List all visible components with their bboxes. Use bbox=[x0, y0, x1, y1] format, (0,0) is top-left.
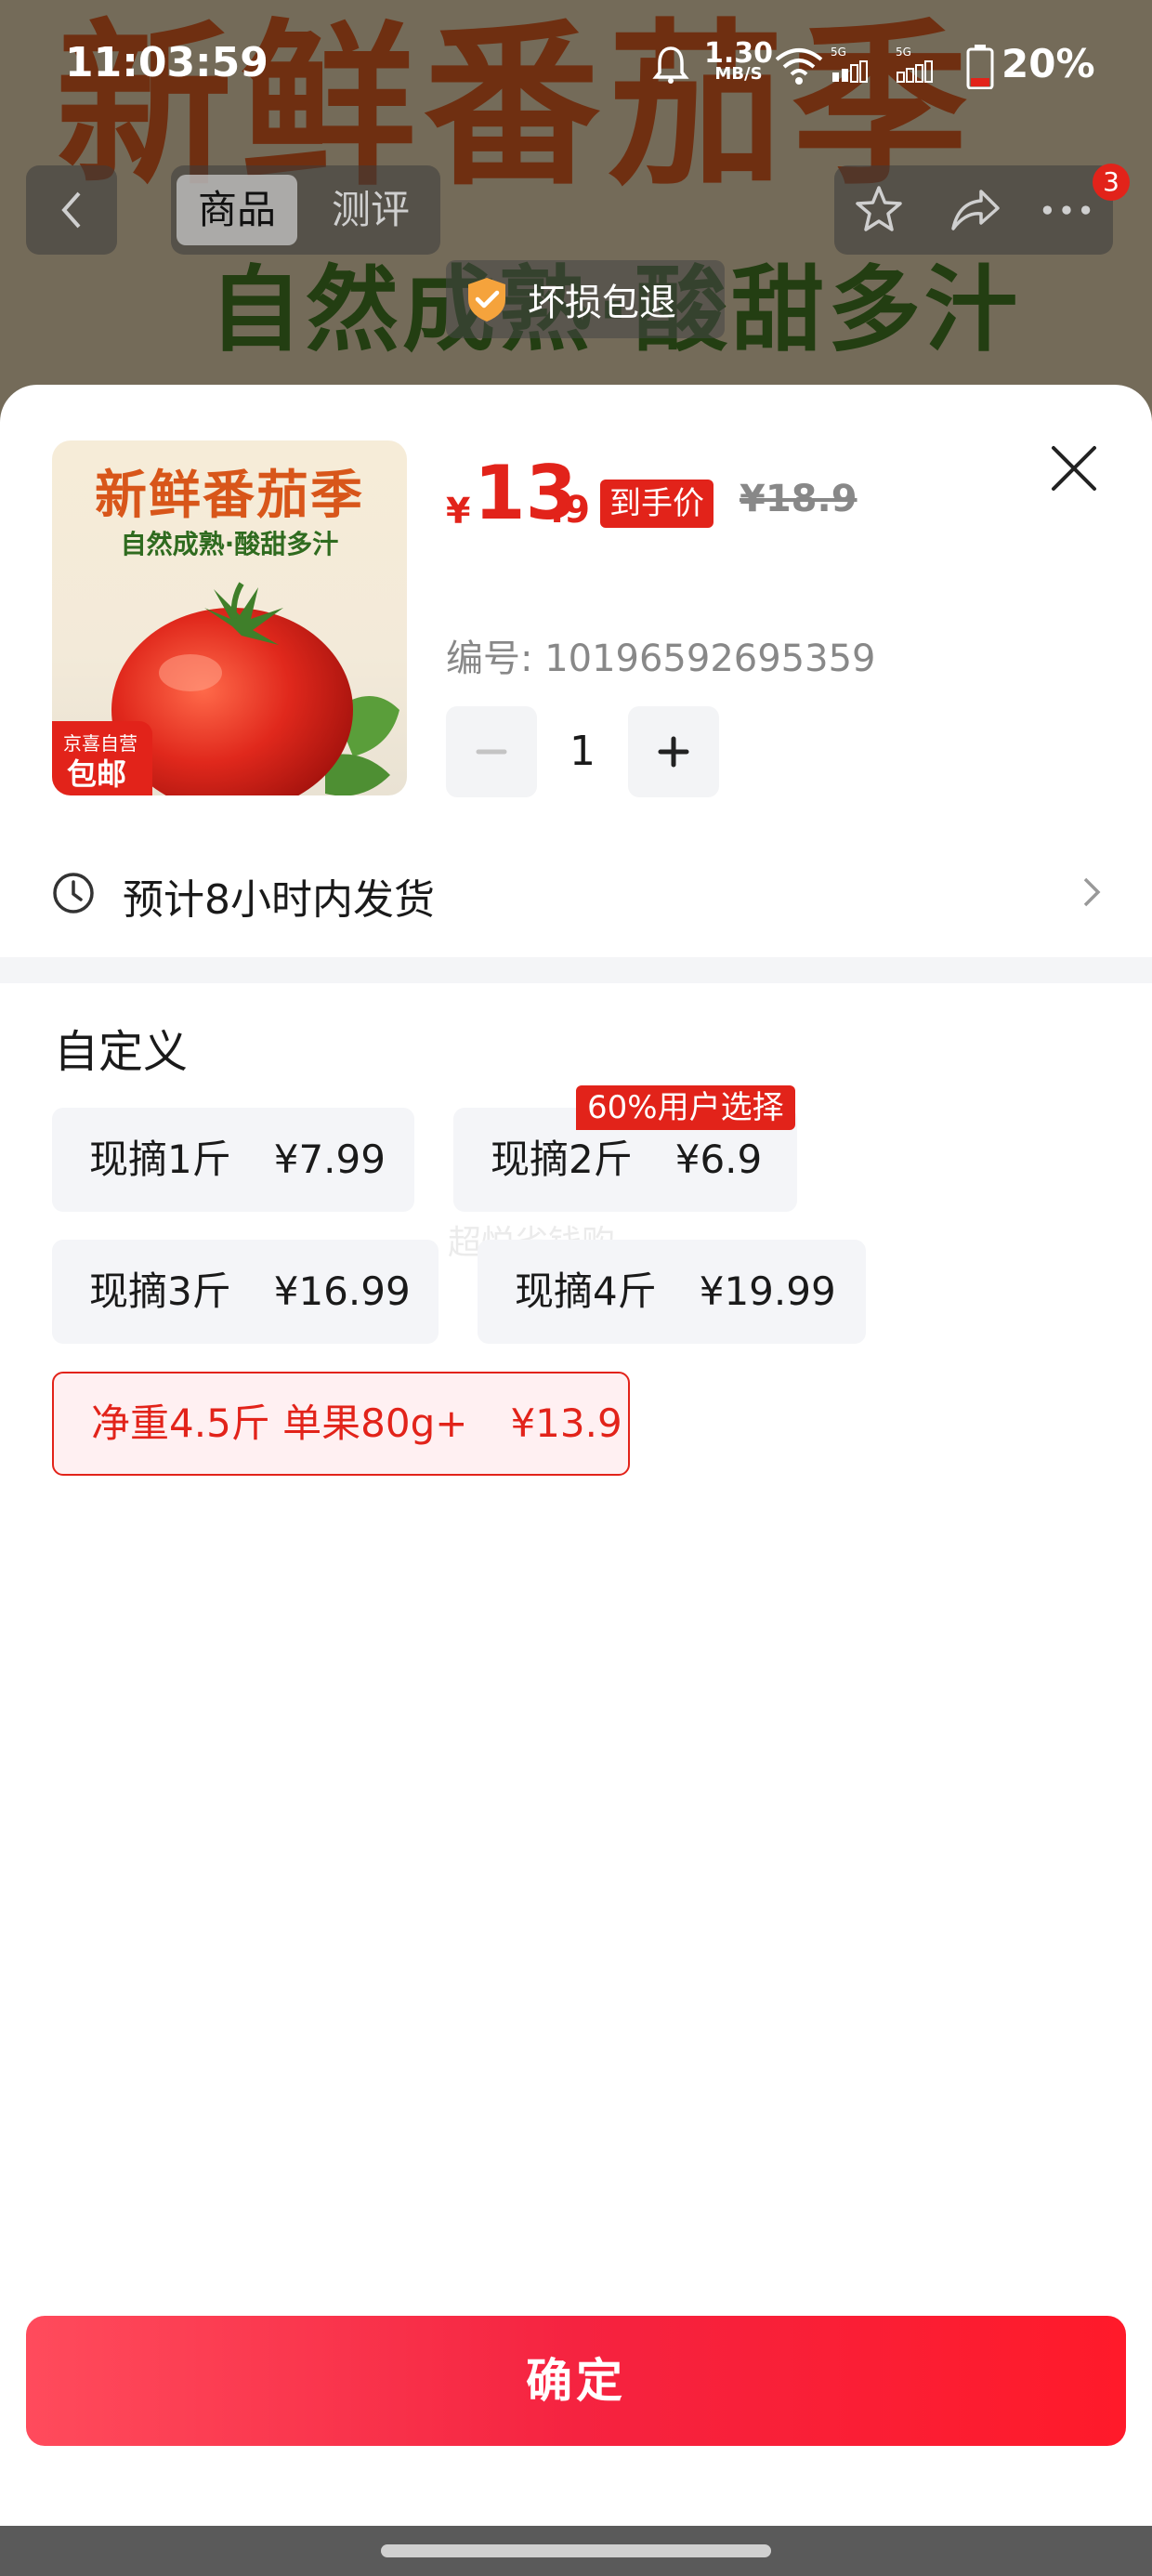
sku-selection-sheet: 新鲜番茄季 自然成熟·酸甜多汁 京喜自营 包邮 ¥ 13 .9 到手价 ¥18.… bbox=[0, 385, 1152, 2576]
battery-percentage: 20% bbox=[1001, 41, 1095, 86]
option-item[interactable]: 现摘3斤 ¥16.99 bbox=[52, 1240, 439, 1344]
tab-review[interactable]: 测评 bbox=[310, 175, 431, 245]
option-item[interactable]: 现摘1斤 ¥7.99 bbox=[52, 1108, 414, 1212]
wifi-icon bbox=[775, 48, 823, 85]
option-name: 现摘2斤 bbox=[491, 1137, 633, 1182]
alarm-icon bbox=[652, 46, 689, 84]
home-indicator[interactable] bbox=[381, 2544, 771, 2557]
top-actions bbox=[834, 165, 1113, 255]
thumbnail-subtitle: 自然成熟·酸甜多汁 bbox=[120, 529, 339, 559]
back-arrow-icon bbox=[61, 191, 81, 229]
chevron-right-icon bbox=[1083, 877, 1101, 907]
thumbnail-title: 新鲜番茄季 bbox=[95, 466, 364, 526]
shipping-tag: 京喜自营 包邮 bbox=[52, 721, 152, 795]
signal-5g-2-icon: 5G bbox=[896, 46, 933, 83]
svg-text:5G: 5G bbox=[831, 46, 846, 59]
more-icon[interactable] bbox=[1039, 182, 1094, 238]
clock-icon bbox=[53, 873, 94, 913]
delivery-row[interactable]: 预计8小时内发货 bbox=[52, 848, 1102, 937]
confirm-button[interactable]: 确定 bbox=[26, 2316, 1126, 2446]
option-price: ¥6.9 bbox=[674, 1137, 763, 1182]
shield-check-icon bbox=[468, 278, 505, 322]
option-price: ¥7.99 bbox=[273, 1137, 386, 1182]
minus-icon bbox=[476, 749, 507, 755]
close-icon[interactable] bbox=[1046, 440, 1102, 496]
status-bar: 11:03:59 1.30 MB/S 5G 5G 20% bbox=[0, 0, 1152, 139]
star-icon[interactable] bbox=[851, 182, 907, 238]
option-item-selected[interactable]: 净重4.5斤 单果80g+ ¥13.9 bbox=[52, 1372, 630, 1476]
popular-choice-badge: 60%用户选择 bbox=[576, 1085, 795, 1130]
tab-product[interactable]: 商品 bbox=[177, 175, 297, 245]
option-name: 现摘1斤 bbox=[89, 1137, 231, 1182]
option-price: ¥13.9 bbox=[510, 1400, 622, 1446]
option-section-title: 自定义 bbox=[54, 1026, 189, 1078]
final-price-label: 到手价 bbox=[600, 480, 713, 528]
option-item[interactable]: 现摘4斤 ¥19.99 bbox=[478, 1240, 866, 1344]
price-decimal: .9 bbox=[550, 489, 591, 532]
delivery-text: 预计8小时内发货 bbox=[123, 876, 435, 924]
network-speed: 1.30 MB/S bbox=[704, 40, 773, 84]
back-button[interactable] bbox=[26, 165, 117, 255]
option-name: 现摘4斤 bbox=[515, 1268, 657, 1314]
option-name: 净重4.5斤 单果80g+ bbox=[91, 1400, 468, 1446]
option-price: ¥19.99 bbox=[699, 1268, 836, 1314]
battery-icon bbox=[966, 45, 994, 89]
sku-number: 编号: 10196592695359 bbox=[446, 637, 876, 680]
section-divider bbox=[0, 957, 1152, 983]
notification-badge: 3 bbox=[1093, 164, 1130, 201]
svg-text:5G: 5G bbox=[896, 46, 911, 59]
share-icon[interactable] bbox=[946, 182, 1001, 238]
system-nav-bar bbox=[0, 2526, 1152, 2576]
tab-bar: 商品 测评 bbox=[171, 165, 440, 255]
price-currency: ¥ bbox=[446, 491, 471, 532]
increase-button[interactable] bbox=[628, 706, 719, 797]
shipping-tag-bottom: 包邮 bbox=[67, 756, 127, 792]
decrease-button[interactable] bbox=[446, 706, 537, 797]
signal-5g-1-icon: 5G bbox=[831, 46, 868, 83]
product-thumbnail: 新鲜番茄季 自然成熟·酸甜多汁 京喜自营 包邮 bbox=[52, 440, 407, 795]
status-time: 11:03:59 bbox=[65, 39, 268, 86]
guarantee-tag: 坏损包退 bbox=[446, 260, 725, 338]
plus-icon bbox=[658, 736, 689, 768]
original-price: ¥18.9 bbox=[740, 478, 857, 520]
guarantee-label: 坏损包退 bbox=[528, 282, 676, 324]
option-price: ¥16.99 bbox=[273, 1268, 411, 1314]
option-name: 现摘3斤 bbox=[89, 1268, 231, 1314]
quantity-value[interactable]: 1 bbox=[537, 706, 628, 797]
